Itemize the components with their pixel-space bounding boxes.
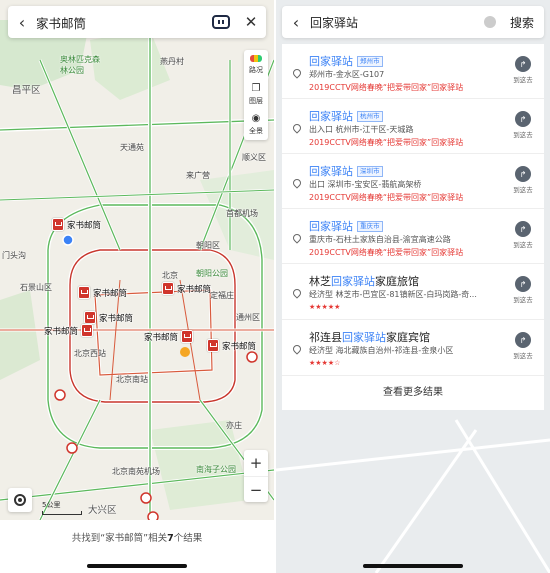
place-label: 北京 bbox=[162, 271, 178, 280]
location-pin-icon bbox=[291, 122, 303, 134]
city-badge: 杭州市 bbox=[357, 111, 383, 122]
navigate-button[interactable]: ↱ 到这去 bbox=[508, 221, 538, 249]
search-button[interactable]: 搜索 bbox=[510, 14, 534, 31]
place-label: 朝阳区 bbox=[196, 241, 220, 250]
traffic-toggle[interactable]: 路况 bbox=[244, 50, 268, 80]
map-panel: 昌平区 天通苑 北京西站 北京南站 北京南苑机场 南海子公园 大兴区 首都机场 … bbox=[0, 0, 274, 573]
chevron-left-icon[interactable]: ‹ bbox=[8, 13, 36, 32]
search-bar[interactable]: ‹ 回家驿站 搜索 bbox=[282, 6, 544, 38]
navigate-button[interactable]: ↱ 到这去 bbox=[508, 332, 538, 360]
locate-icon bbox=[14, 494, 26, 506]
route-icon: ↱ bbox=[515, 56, 531, 72]
result-item[interactable]: 祁连县回家驿站家庭宾馆 经济型 海北藏族自治州-祁连县-金泉小区 ★★★★☆ ↱… bbox=[282, 320, 544, 376]
result-item[interactable]: 回家驿站 郑州市 郑州市-金水区-G107 2019CCTV网络春晚“把爱带回家”… bbox=[282, 44, 544, 99]
home-indicator bbox=[87, 564, 187, 568]
place-label: 定福庄 bbox=[210, 291, 234, 300]
results-panel: ‹ 回家驿站 搜索 回家驿站 郑州市 郑州市-金水区-G107 2019CCTV网… bbox=[276, 0, 550, 573]
panorama-toggle[interactable]: ◉ 全景 bbox=[244, 110, 268, 140]
voice-assistant-icon[interactable] bbox=[212, 15, 230, 29]
mailbox-icon bbox=[81, 324, 94, 337]
place-label: 大兴区 bbox=[88, 505, 117, 516]
zoom-control: + − bbox=[244, 450, 268, 502]
place-label: 石景山区 bbox=[20, 283, 52, 292]
rating-stars: ★★★★☆ bbox=[309, 359, 341, 367]
place-label: 通州区 bbox=[236, 313, 260, 322]
mailbox-marker[interactable]: 家书邮筒 bbox=[207, 339, 256, 352]
map-scale: 5公里 bbox=[42, 500, 82, 515]
result-item[interactable]: 回家驿站 杭州市 出入口 杭州市-江干区-天城路 2019CCTV网络春晚“把爱带… bbox=[282, 99, 544, 154]
place-label: 北京南站 bbox=[116, 375, 148, 384]
more-results-button[interactable]: 查看更多结果 bbox=[282, 376, 544, 410]
city-badge: 深圳市 bbox=[357, 166, 383, 177]
mailbox-marker[interactable]: 家书邮筒 bbox=[144, 330, 194, 343]
panorama-icon: ◉ bbox=[251, 113, 261, 124]
route-icon: ↱ bbox=[515, 111, 531, 127]
location-pin-icon bbox=[291, 67, 303, 79]
place-label: 门头沟 bbox=[2, 251, 26, 260]
navigate-button[interactable]: ↱ 到这去 bbox=[508, 56, 538, 84]
chevron-left-icon[interactable]: ‹ bbox=[282, 13, 310, 32]
rating-stars: ★★★★★ bbox=[309, 303, 341, 311]
zoom-in-button[interactable]: + bbox=[244, 450, 268, 476]
map-search-bar[interactable]: ‹ 家书邮筒 ✕ bbox=[8, 6, 266, 38]
result-item[interactable]: 回家驿站 深圳市 出口 深圳市-宝安区-翡航高架桥 2019CCTV网络春晚“把爱… bbox=[282, 154, 544, 209]
layers-toggle[interactable]: ❐ 图层 bbox=[244, 80, 268, 110]
park-label: 朝阳公园 bbox=[196, 269, 228, 278]
zoom-out-button[interactable]: − bbox=[244, 476, 268, 502]
mailbox-icon bbox=[162, 282, 174, 295]
navigate-button[interactable]: ↱ 到这去 bbox=[508, 111, 538, 139]
location-pin-icon bbox=[291, 343, 303, 355]
home-indicator bbox=[363, 564, 463, 568]
close-icon[interactable]: ✕ bbox=[240, 13, 262, 31]
mailbox-marker[interactable]: 家书邮筒 bbox=[84, 311, 133, 324]
location-pin-icon bbox=[291, 232, 303, 244]
place-label: 天通苑 bbox=[120, 143, 144, 152]
results-list: 回家驿站 郑州市 郑州市-金水区-G107 2019CCTV网络春晚“把爱带回家”… bbox=[282, 44, 544, 410]
navigate-button[interactable]: ↱ 到这去 bbox=[508, 166, 538, 194]
route-icon: ↱ bbox=[515, 276, 531, 292]
route-icon: ↱ bbox=[515, 221, 531, 237]
place-label: 顺义区 bbox=[242, 153, 266, 162]
mailbox-icon bbox=[181, 330, 194, 343]
map-tools: 路况 ❐ 图层 ◉ 全景 bbox=[244, 50, 268, 140]
place-label: 燕丹村 bbox=[160, 57, 184, 66]
mailbox-icon bbox=[52, 218, 64, 231]
clear-icon[interactable] bbox=[483, 16, 496, 28]
route-icon: ↱ bbox=[515, 332, 531, 348]
layers-icon: ❐ bbox=[251, 83, 261, 94]
place-label: 来广营 bbox=[186, 171, 210, 180]
location-pin-icon bbox=[291, 287, 303, 299]
mailbox-marker[interactable]: 家书邮筒 bbox=[52, 218, 101, 231]
result-item[interactable]: 回家驿站 重庆市 重庆市-石柱土家族自治县-渝宜高速公路 2019CCTV网络春晚… bbox=[282, 209, 544, 264]
mailbox-marker[interactable]: 家书邮筒 bbox=[78, 286, 127, 299]
park-label: 奥林匹克森林公园 bbox=[60, 55, 100, 75]
map-canvas[interactable] bbox=[0, 0, 274, 520]
traffic-icon bbox=[250, 55, 262, 62]
place-label: 首都机场 bbox=[226, 209, 258, 218]
place-label: 昌平区 bbox=[12, 85, 41, 96]
place-label: 亦庄 bbox=[226, 421, 242, 430]
mailbox-icon bbox=[207, 339, 219, 352]
route-icon: ↱ bbox=[515, 166, 531, 182]
result-item[interactable]: 林芝回家驿站家庭旅馆 经济型 林芝市-巴宜区-81镇新区-白玛岗路-奇... ★… bbox=[282, 264, 544, 320]
mailbox-marker[interactable]: 家书邮筒 bbox=[44, 324, 94, 337]
locate-me-button[interactable] bbox=[8, 488, 32, 512]
navigate-button[interactable]: ↱ 到这去 bbox=[508, 276, 538, 304]
location-pin-icon bbox=[291, 177, 303, 189]
place-label: 南海子公园 bbox=[196, 465, 236, 474]
mailbox-icon bbox=[78, 286, 90, 299]
city-badge: 郑州市 bbox=[357, 56, 383, 67]
mailbox-icon bbox=[84, 311, 96, 324]
place-label: 北京南苑机场 bbox=[112, 467, 160, 476]
mailbox-marker[interactable]: 家书邮筒 bbox=[162, 282, 211, 295]
place-label: 北京西站 bbox=[74, 349, 106, 358]
search-query[interactable]: 家书邮筒 bbox=[36, 13, 212, 32]
search-input[interactable]: 回家驿站 bbox=[310, 14, 484, 31]
city-badge: 重庆市 bbox=[357, 221, 383, 232]
